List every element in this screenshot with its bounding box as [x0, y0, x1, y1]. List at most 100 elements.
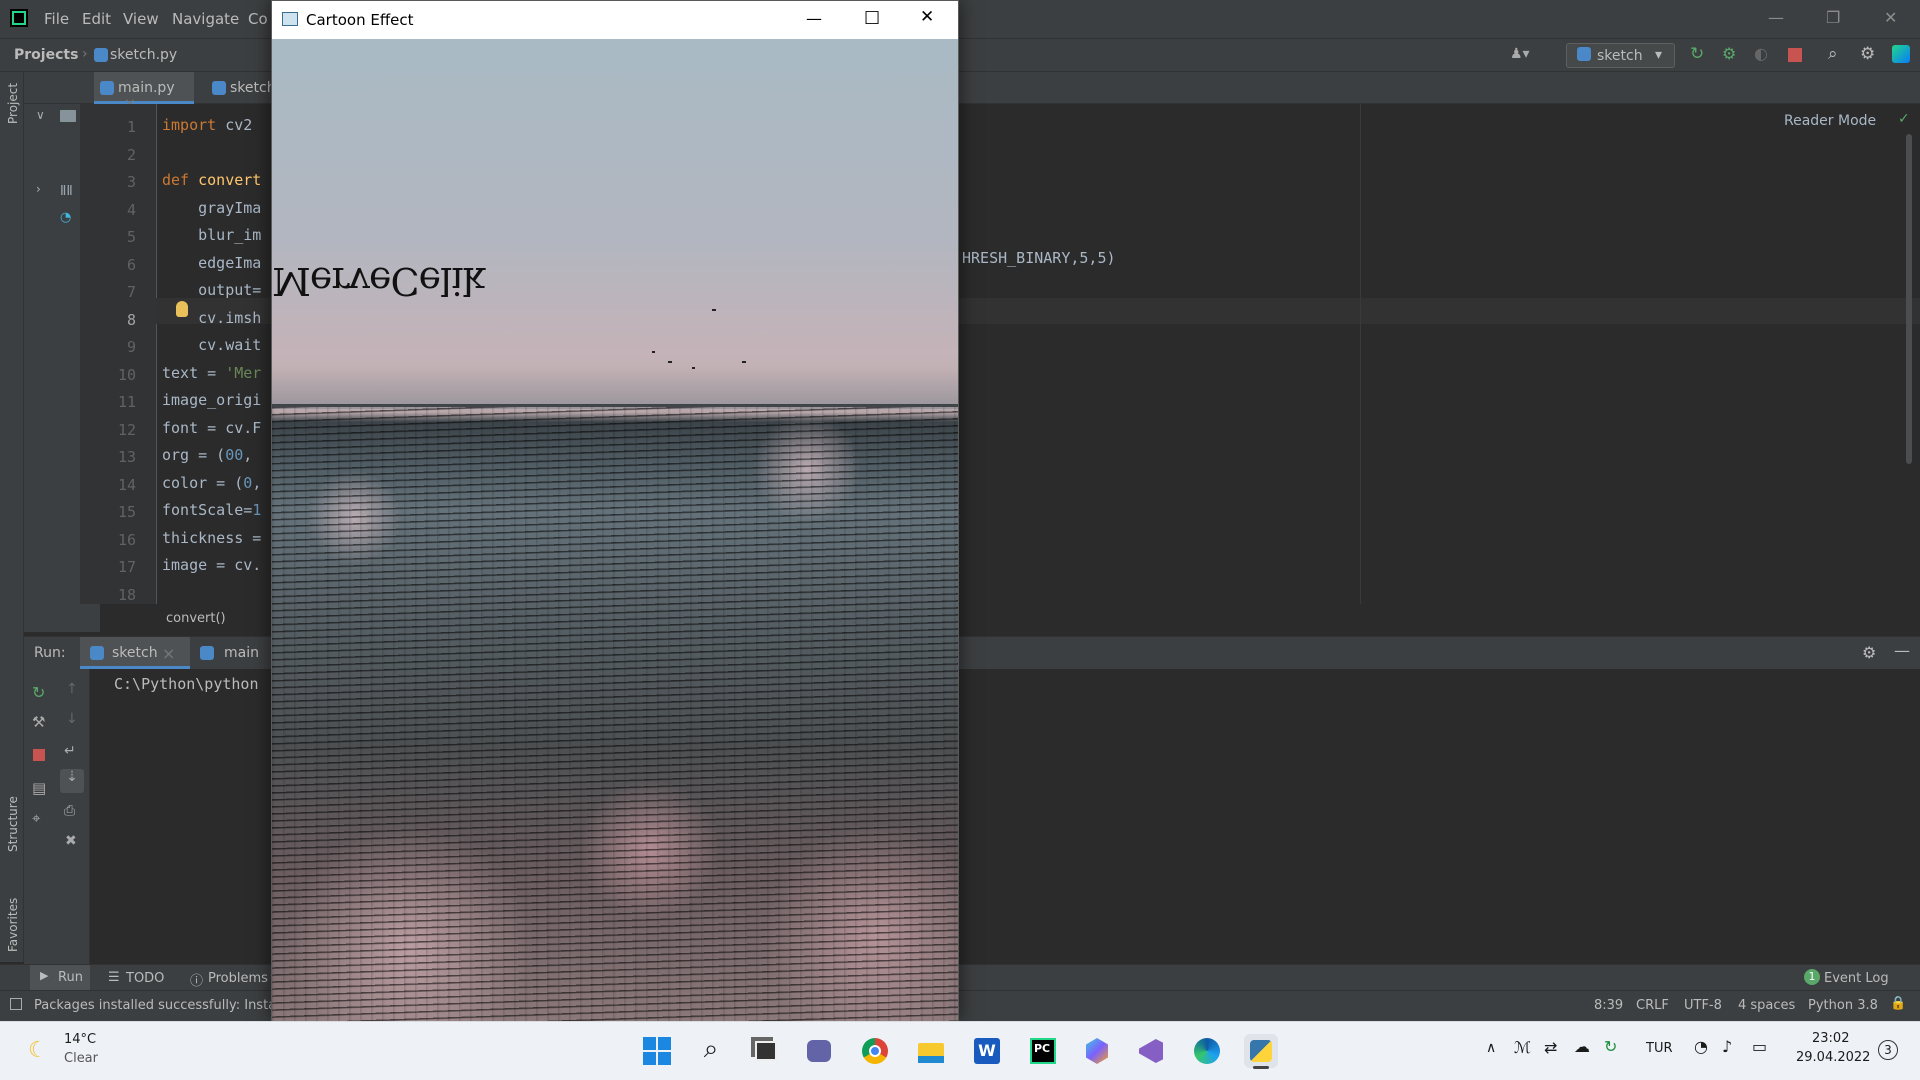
breadcrumb-projects[interactable]: Projects — [14, 47, 78, 63]
user-icon[interactable]: ♟▾ — [1510, 46, 1530, 62]
wifi-icon[interactable]: ◔ — [1694, 1037, 1708, 1056]
tray-sync-icon[interactable]: ⇄ — [1544, 1038, 1557, 1057]
cv-titlebar[interactable]: Cartoon Effect — □ ✕ — [272, 1, 958, 39]
clock-date[interactable]: 29.04.2022 — [1796, 1050, 1870, 1065]
battery-icon[interactable]: ▭ — [1752, 1037, 1767, 1056]
run-tab-main[interactable]: main — [200, 637, 280, 669]
file-encoding[interactable]: UTF-8 — [1684, 998, 1722, 1013]
lightbulb-icon[interactable] — [176, 301, 188, 317]
coverage-icon[interactable]: ◐ — [1754, 44, 1768, 63]
word-icon[interactable]: W — [970, 1034, 1004, 1068]
file-explorer-icon[interactable] — [914, 1034, 948, 1068]
bottom-tab-todo[interactable]: TODO — [126, 971, 164, 986]
menu-navigate[interactable]: Navigate — [172, 10, 239, 28]
stop-icon[interactable] — [33, 749, 45, 761]
scratches-icon[interactable]: ◔ — [60, 210, 71, 225]
run-tab-sketch[interactable]: sketch × — [80, 637, 190, 669]
scroll-to-end-icon[interactable]: ⇣ — [60, 769, 84, 793]
interpreter[interactable]: Python 3.8 — [1808, 998, 1878, 1013]
jetbrains-toolbox-icon[interactable] — [1892, 45, 1910, 63]
libraries-icon[interactable]: ⅡⅡ — [60, 184, 73, 199]
breadcrumb-separator-icon: › — [82, 46, 88, 62]
toggle-tool-windows-icon[interactable] — [10, 998, 22, 1010]
line-separator[interactable]: CRLF — [1636, 998, 1669, 1013]
gear-icon[interactable]: ⚙ — [1860, 44, 1875, 64]
soft-wrap-icon[interactable]: ↵ — [64, 743, 76, 759]
layout-icon[interactable]: ▤ — [32, 779, 46, 797]
chevron-up-icon[interactable]: ∧ — [1486, 1040, 1496, 1056]
clock-time[interactable]: 23:02 — [1812, 1031, 1849, 1046]
tab-main-py[interactable]: main.py × — [94, 72, 194, 112]
event-log-tab[interactable]: Event Log — [1824, 971, 1889, 986]
reader-mode-label[interactable]: Reader Mode — [1784, 113, 1876, 129]
play-icon: ▶ — [40, 969, 49, 982]
python-file-icon — [94, 48, 108, 62]
visual-studio-icon[interactable] — [1134, 1034, 1168, 1068]
sea-texture — [272, 407, 958, 1021]
close-icon[interactable]: ✕ — [920, 7, 934, 27]
bottom-tab-problems[interactable]: Problems — [208, 971, 268, 986]
close-icon[interactable]: ✕ — [1884, 8, 1897, 27]
restore-icon[interactable]: ❐ — [1826, 8, 1840, 27]
weather-desc[interactable]: Clear — [64, 1051, 98, 1066]
rerun-icon[interactable]: ↻ — [32, 683, 45, 702]
update-icon[interactable]: ↻ — [1604, 1037, 1617, 1056]
rerun-icon[interactable]: ↻ — [1690, 44, 1704, 64]
maximize-icon[interactable]: □ — [864, 7, 880, 27]
close-tab-icon[interactable]: × — [162, 644, 175, 663]
edge-icon[interactable] — [1190, 1034, 1224, 1068]
tray-app-icon[interactable]: ℳ — [1514, 1038, 1531, 1057]
volume-icon[interactable]: ♪ — [1722, 1037, 1732, 1056]
chrome-icon[interactable] — [858, 1034, 892, 1068]
breadcrumb-file[interactable]: sketch.py — [110, 47, 177, 63]
trash-icon[interactable]: ✖ — [65, 833, 77, 849]
stop-icon[interactable] — [1788, 48, 1802, 62]
onedrive-icon[interactable]: ☁ — [1574, 1037, 1590, 1056]
line-number: 1 — [126, 118, 136, 136]
bottom-tab-run[interactable]: ▶ Run — [30, 965, 90, 991]
sidebar-structure-tab[interactable]: Structure — [6, 796, 20, 852]
language-indicator[interactable]: TUR — [1646, 1041, 1673, 1056]
print-icon[interactable]: ⎙ — [64, 803, 75, 819]
up-arrow-icon[interactable]: ↑ — [66, 681, 78, 697]
menu-edit[interactable]: Edit — [82, 10, 111, 28]
editor-scrollbar[interactable] — [1906, 134, 1912, 464]
code-line: grayIma — [162, 198, 262, 217]
cursor-position[interactable]: 8:39 — [1594, 998, 1623, 1013]
code-tail: HRESH_BINARY,5,5) — [962, 249, 1116, 267]
pin-icon[interactable]: ⌖ — [32, 809, 40, 827]
breadcrumb-function[interactable]: convert() — [166, 611, 226, 626]
code-line: color = (0, — [162, 473, 262, 492]
hex-app-icon[interactable] — [1080, 1034, 1114, 1068]
minimize-icon[interactable]: — — [1768, 8, 1784, 27]
status-message[interactable]: Packages installed successfully: Insta — [34, 998, 276, 1013]
moon-icon[interactable]: ☾ — [28, 1038, 48, 1063]
wrench-icon[interactable]: ⚒ — [32, 713, 45, 731]
settings-icon[interactable]: ⚙ — [1862, 643, 1876, 662]
chevron-down-icon[interactable]: ∨ — [36, 108, 45, 122]
menu-file[interactable]: File — [44, 10, 69, 28]
start-icon[interactable] — [640, 1034, 674, 1068]
teams-icon[interactable] — [802, 1034, 836, 1068]
run-config-selector[interactable]: sketch ▾ — [1566, 43, 1675, 68]
sidebar-favorites-tab[interactable]: Favorites — [6, 898, 20, 952]
debug-icon[interactable]: ⚙ — [1722, 44, 1736, 63]
menu-view[interactable]: View — [123, 10, 159, 28]
cartoon-effect-window[interactable]: Cartoon Effect — □ ✕ MerveCelik — [271, 0, 959, 1021]
search-icon[interactable]: ⌕ — [1828, 44, 1838, 64]
search-icon[interactable]: ⌕ — [694, 1034, 728, 1068]
indent-setting[interactable]: 4 spaces — [1738, 998, 1795, 1013]
python-icon[interactable] — [1244, 1034, 1278, 1069]
weather-temp[interactable]: 14°C — [64, 1032, 96, 1047]
lock-icon[interactable]: 🔒 — [1890, 996, 1906, 1011]
menu-code[interactable]: Co — [248, 10, 268, 28]
pycharm-icon[interactable]: PC — [1026, 1034, 1060, 1068]
folder-icon[interactable] — [60, 110, 76, 122]
sidebar-project-tab[interactable]: Project — [6, 83, 20, 124]
chevron-right-icon[interactable]: › — [36, 182, 41, 196]
minimize-icon[interactable]: — — [806, 9, 822, 28]
down-arrow-icon[interactable]: ↓ — [66, 711, 78, 727]
notification-badge[interactable]: 3 — [1878, 1040, 1898, 1060]
task-view-icon[interactable] — [748, 1034, 782, 1068]
hide-panel-icon[interactable]: — — [1894, 641, 1910, 660]
